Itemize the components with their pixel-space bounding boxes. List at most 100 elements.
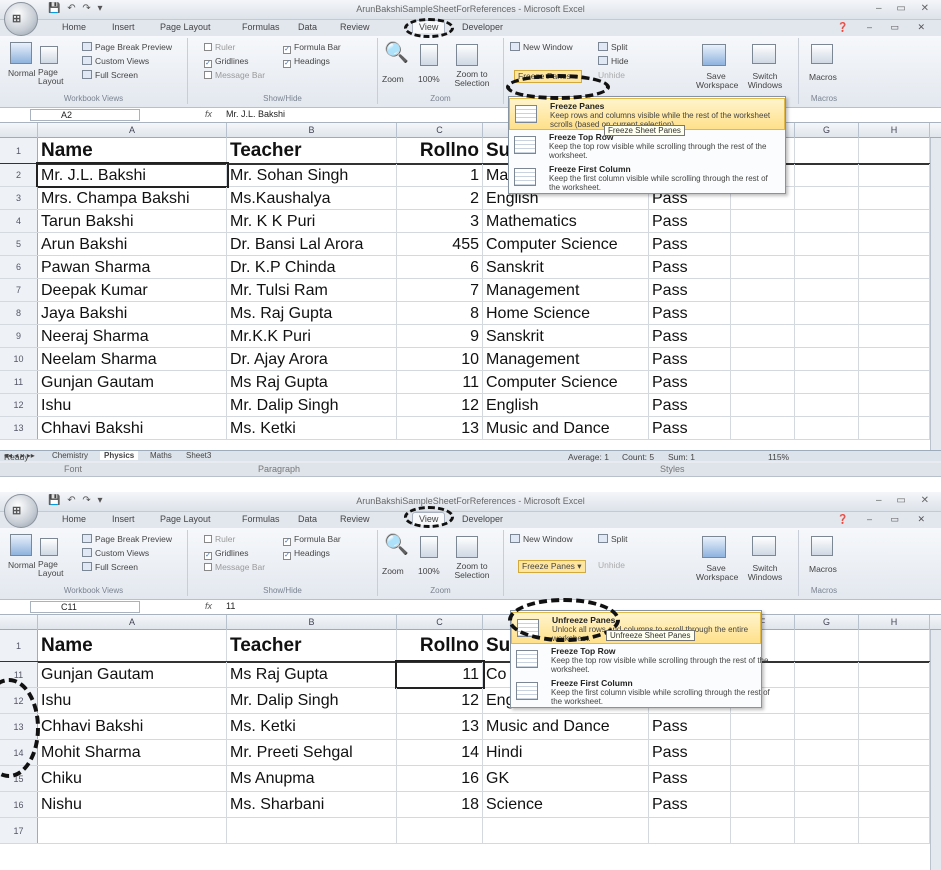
- cell[interactable]: 13: [397, 417, 483, 439]
- cell[interactable]: [859, 348, 930, 370]
- column-header-b[interactable]: B: [227, 123, 397, 138]
- column-header-h[interactable]: H: [859, 123, 930, 138]
- cell[interactable]: [795, 662, 859, 687]
- cell[interactable]: Mathematics: [483, 210, 649, 232]
- tab-insert[interactable]: Insert: [112, 514, 135, 524]
- cell[interactable]: [795, 187, 859, 209]
- help-controls[interactable]: ❓ – ▭ ✕: [837, 22, 933, 33]
- tab-page-layout[interactable]: Page Layout: [160, 514, 211, 524]
- cell[interactable]: Dr. Bansi Lal Arora: [227, 233, 397, 255]
- cell[interactable]: [731, 766, 795, 791]
- cell[interactable]: 12: [397, 394, 483, 416]
- cell[interactable]: [731, 792, 795, 817]
- page-layout-button[interactable]: Page Layout: [38, 560, 66, 578]
- cell[interactable]: Music and Dance: [483, 714, 649, 739]
- full-screen-button[interactable]: Full Screen: [82, 562, 138, 572]
- column-header-g[interactable]: G: [795, 615, 859, 630]
- gridlines-checkbox[interactable]: ✓ Gridlines: [204, 56, 249, 68]
- message-bar-checkbox[interactable]: Message Bar: [204, 562, 265, 572]
- cell[interactable]: Hindi: [483, 740, 649, 765]
- cell[interactable]: Management: [483, 348, 649, 370]
- formula-bar-checkbox[interactable]: ✓ Formula Bar: [283, 534, 341, 546]
- zoom-100-icon[interactable]: [420, 44, 438, 66]
- row-number[interactable]: 17: [0, 818, 38, 843]
- column-header-a[interactable]: A: [38, 615, 227, 630]
- cell[interactable]: Neelam Sharma: [38, 348, 227, 370]
- page-layout-icon[interactable]: [40, 538, 58, 556]
- fx-icon[interactable]: fx: [205, 601, 212, 611]
- cell[interactable]: Mr. K K Puri: [227, 210, 397, 232]
- zoom-selection-button[interactable]: Zoom to Selection: [452, 70, 492, 88]
- unhide-button[interactable]: Unhide: [598, 560, 625, 570]
- office-button[interactable]: ⊞: [4, 494, 38, 528]
- cell[interactable]: Pass: [649, 302, 731, 324]
- cell[interactable]: [731, 256, 795, 278]
- cell[interactable]: English: [483, 394, 649, 416]
- cell[interactable]: 1: [397, 164, 483, 186]
- cell[interactable]: Pass: [649, 740, 731, 765]
- cell[interactable]: Ms. Ketki: [227, 714, 397, 739]
- macros-button[interactable]: Macros: [809, 72, 837, 82]
- cell[interactable]: [731, 233, 795, 255]
- cell[interactable]: 13: [397, 714, 483, 739]
- cell[interactable]: [38, 818, 227, 843]
- normal-view-icon[interactable]: [10, 42, 32, 64]
- tab-developer[interactable]: Developer: [462, 514, 503, 524]
- row-number[interactable]: 16: [0, 792, 38, 817]
- zoom-button[interactable]: Zoom: [382, 74, 404, 84]
- row-number[interactable]: 1: [0, 630, 38, 661]
- switch-windows-icon[interactable]: [752, 44, 776, 64]
- cell[interactable]: [731, 279, 795, 301]
- cell[interactable]: [859, 662, 930, 687]
- cell[interactable]: Mrs. Champa Bakshi: [38, 187, 227, 209]
- row-number[interactable]: 9: [0, 325, 38, 347]
- cell[interactable]: 455: [397, 233, 483, 255]
- cell[interactable]: Sanskrit: [483, 256, 649, 278]
- zoom-magnifier-icon[interactable]: 🔍: [384, 40, 409, 65]
- cell[interactable]: Pass: [649, 371, 731, 393]
- cell[interactable]: 16: [397, 766, 483, 791]
- cell[interactable]: 18: [397, 792, 483, 817]
- cell[interactable]: 11: [395, 660, 485, 689]
- page-break-preview-button[interactable]: Page Break Preview: [82, 534, 172, 544]
- formula-input[interactable]: Mr. J.L. Bakshi: [226, 109, 285, 119]
- cell[interactable]: Mr.K.K Puri: [227, 325, 397, 347]
- cell[interactable]: Mr. Dalip Singh: [227, 688, 397, 713]
- gridlines-checkbox[interactable]: ✓ Gridlines: [204, 548, 249, 560]
- save-workspace-button[interactable]: Save Workspace: [696, 72, 738, 90]
- cell[interactable]: GK: [483, 766, 649, 791]
- cell[interactable]: [483, 818, 649, 843]
- cell[interactable]: Tarun Bakshi: [38, 210, 227, 232]
- cell[interactable]: Arun Bakshi: [38, 233, 227, 255]
- cell[interactable]: [397, 818, 483, 843]
- cell[interactable]: Ms. Sharbani: [227, 792, 397, 817]
- column-header-h[interactable]: H: [859, 615, 930, 630]
- zoom-selection-button[interactable]: Zoom to Selection: [452, 562, 492, 580]
- column-header-c[interactable]: C: [397, 123, 483, 138]
- formula-bar-checkbox[interactable]: ✓ Formula Bar: [283, 42, 341, 54]
- zoom-magnifier-icon[interactable]: 🔍: [384, 532, 409, 557]
- cell[interactable]: 8: [397, 302, 483, 324]
- column-header-a[interactable]: A: [38, 123, 227, 138]
- message-bar-checkbox[interactable]: Message Bar: [204, 70, 265, 80]
- cell[interactable]: [795, 792, 859, 817]
- cell[interactable]: [859, 233, 930, 255]
- row-number[interactable]: 7: [0, 279, 38, 301]
- zoom-100-icon[interactable]: [420, 536, 438, 558]
- cell[interactable]: [859, 164, 930, 186]
- cell[interactable]: Ms. Raj Gupta: [227, 302, 397, 324]
- cell[interactable]: [731, 325, 795, 347]
- vertical-scrollbar[interactable]: [930, 138, 941, 450]
- name-box[interactable]: A2: [30, 109, 140, 121]
- freeze-panes-button[interactable]: Freeze Panes ▾: [518, 560, 586, 573]
- full-screen-button[interactable]: Full Screen: [82, 70, 138, 80]
- row-number[interactable]: 13: [0, 417, 38, 439]
- cell[interactable]: [859, 766, 930, 791]
- row-number[interactable]: 4: [0, 210, 38, 232]
- cell[interactable]: [859, 279, 930, 301]
- help-controls[interactable]: ❓ – ▭ ✕: [837, 514, 933, 525]
- row-number[interactable]: 6: [0, 256, 38, 278]
- tab-page-layout[interactable]: Page Layout: [160, 22, 211, 32]
- cell[interactable]: Music and Dance: [483, 417, 649, 439]
- menu-item-freeze-top-row[interactable]: Freeze Top Row Keep the top row visible w…: [511, 644, 768, 676]
